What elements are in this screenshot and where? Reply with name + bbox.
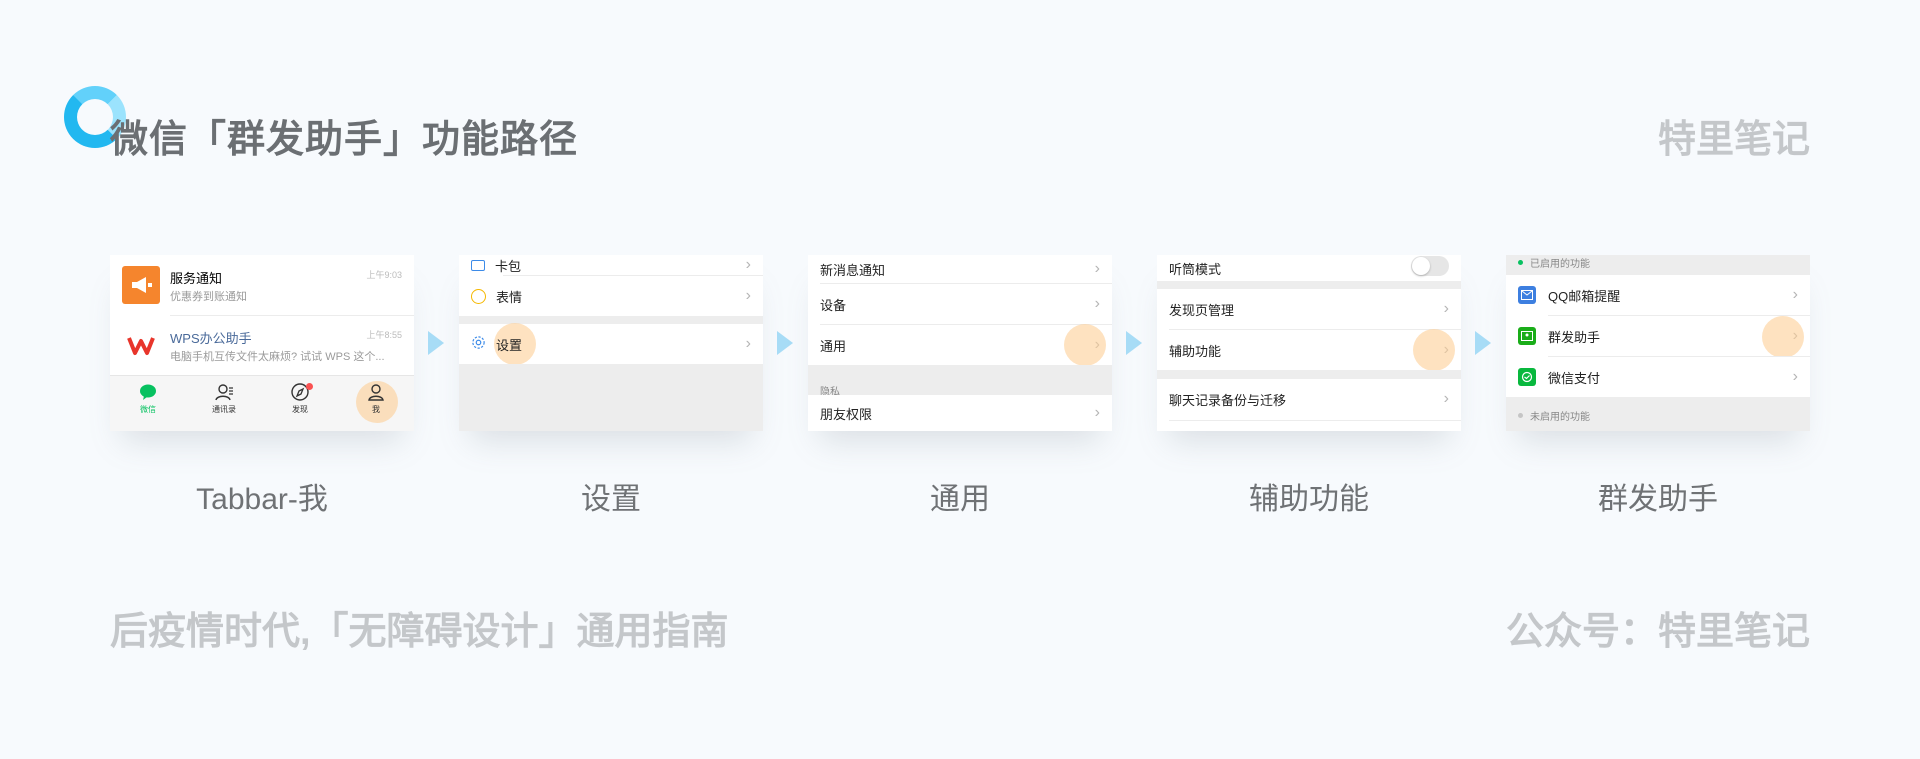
broadcast-icon — [1518, 327, 1536, 345]
footer-account: 公众号：特里笔记 — [1505, 611, 1810, 653]
section-label-disabled: 未启用的功能 — [1530, 412, 1590, 423]
menu-item-label: 设置 — [496, 337, 523, 353]
chevron-right-icon: › — [1094, 295, 1100, 312]
chat-row-wps[interactable]: WPS办公助手 电脑手机互传文件太麻烦? 试试 WPS 这个... 上午8:55 — [110, 315, 414, 375]
step-arrow-icon — [428, 331, 444, 355]
chat-name: WPS办公助手 — [170, 331, 252, 346]
menu-item-discover-manage[interactable]: 发现页管理 › — [1157, 289, 1461, 329]
chat-name: 服务通知 — [170, 271, 223, 286]
menu-item-label: 设备 — [820, 297, 847, 313]
chevron-right-icon: › — [1792, 286, 1798, 303]
megaphone-icon — [122, 266, 160, 304]
step-caption: 通用 — [930, 483, 990, 516]
screen-accessibility: 已启用的功能 QQ邮箱提醒 › 群发助手 › 微信支付 › 未启用的功能 — [1506, 255, 1810, 431]
menu-item-devices[interactable]: 设备 › — [808, 284, 1112, 324]
contacts-icon — [186, 382, 262, 404]
chevron-right-icon: › — [1443, 300, 1449, 317]
screen-me: 卡包 › 表情 › 设置 › — [459, 255, 763, 431]
card-icon — [471, 259, 485, 271]
chevron-right-icon: › — [1094, 260, 1100, 277]
step-arrow-icon — [1475, 331, 1491, 355]
step-arrow-icon — [1126, 331, 1142, 355]
menu-item-label: 群发助手 — [1548, 329, 1601, 345]
chat-preview: 优惠券到账通知 — [170, 291, 247, 303]
step-caption: 群发助手 — [1598, 483, 1718, 516]
menu-item-label: 微信支付 — [1548, 370, 1601, 386]
toggle-switch[interactable] — [1411, 256, 1449, 276]
footer-series-title: 后疫情时代,「无障碍设计」通用指南 — [110, 611, 729, 653]
chevron-right-icon: › — [1443, 390, 1449, 407]
menu-item-label: 聊天记录备份与迁移 — [1169, 392, 1287, 408]
menu-item-friend-permissions[interactable]: 朋友权限 › — [808, 395, 1112, 431]
section-gap — [459, 316, 763, 324]
chevron-right-icon: › — [745, 335, 751, 352]
menu-item-qq-mail[interactable]: QQ邮箱提醒 › — [1506, 275, 1810, 315]
section-header-bg — [808, 365, 1112, 395]
menu-item-label: 通用 — [820, 338, 847, 354]
disabled-dot-icon — [1518, 413, 1523, 418]
chevron-right-icon: › — [1792, 368, 1798, 385]
gear-icon — [471, 335, 486, 353]
menu-item-label: 听筒模式 — [1169, 261, 1222, 277]
smile-icon — [471, 288, 486, 304]
tab-chats[interactable]: 微信 — [110, 382, 186, 415]
menu-item-label: 新消息通知 — [820, 262, 886, 278]
tab-label: 微信 — [140, 405, 156, 414]
tab-bar: 微信 通讯录 发现 我 — [110, 375, 414, 431]
background-fill — [459, 364, 763, 431]
menu-item-label: 朋友权限 — [820, 406, 873, 422]
chat-time: 上午9:03 — [366, 270, 402, 280]
step-caption: 辅助功能 — [1249, 483, 1369, 516]
menu-item-label: QQ邮箱提醒 — [1548, 288, 1621, 304]
compass-icon — [262, 382, 338, 404]
enabled-dot-icon — [1518, 260, 1523, 265]
step-caption: Tabbar-我 — [196, 483, 328, 516]
person-icon — [338, 382, 414, 404]
tab-discover[interactable]: 发现 — [262, 382, 338, 415]
section-gap — [1157, 370, 1461, 379]
step-arrow-icon — [777, 331, 793, 355]
divider — [1169, 420, 1461, 421]
screen-settings: 新消息通知 › 设备 › 通用 › 隐私 朋友权限 › — [808, 255, 1112, 431]
tap-highlight — [1762, 316, 1804, 358]
tap-highlight — [1064, 324, 1106, 366]
menu-item-label: 发现页管理 — [1169, 302, 1235, 318]
menu-item-earpiece-mode: 听筒模式 — [1157, 255, 1461, 281]
menu-item-chat-backup[interactable]: 聊天记录备份与迁移 › — [1157, 379, 1461, 419]
menu-item-wechat-pay[interactable]: 微信支付 › — [1506, 357, 1810, 397]
chevron-right-icon: › — [745, 287, 751, 304]
notification-dot — [306, 383, 313, 390]
menu-item-card-wallet[interactable]: 卡包 › — [459, 255, 763, 275]
wechat-pay-icon — [1518, 368, 1536, 386]
tab-contacts[interactable]: 通讯录 — [186, 382, 262, 415]
section-gap — [1157, 281, 1461, 289]
screen-tabbar-me: 服务通知 优惠券到账通知 上午9:03 WPS办公助手 电脑手机互传文件太麻烦?… — [110, 255, 414, 431]
chat-row-service[interactable]: 服务通知 优惠券到账通知 上午9:03 — [110, 255, 414, 315]
step-caption: 设置 — [581, 483, 641, 516]
page-title: 微信「群发助手」功能路径 — [110, 119, 579, 161]
menu-item-label: 表情 — [496, 289, 523, 305]
menu-item-stickers[interactable]: 表情 › — [459, 276, 763, 316]
tab-me[interactable]: 我 — [338, 382, 414, 415]
menu-item-notifications[interactable]: 新消息通知 › — [808, 255, 1112, 283]
screen-general: 听筒模式 发现页管理 › 辅助功能 › 聊天记录备份与迁移 › — [1157, 255, 1461, 431]
tab-label: 我 — [372, 405, 380, 414]
brand-name: 特里笔记 — [1657, 119, 1810, 161]
chevron-right-icon: › — [745, 256, 751, 273]
menu-item-label: 卡包 — [495, 258, 522, 274]
tap-highlight — [1413, 329, 1455, 371]
menu-item-label: 辅助功能 — [1169, 343, 1222, 359]
toggle-knob — [1412, 257, 1430, 275]
tab-label: 发现 — [292, 405, 308, 414]
section-label-enabled: 已启用的功能 — [1530, 259, 1590, 270]
chat-preview: 电脑手机互传文件太麻烦? 试试 WPS 这个... — [170, 351, 385, 363]
tab-label: 通讯录 — [212, 405, 236, 414]
chevron-right-icon: › — [1094, 404, 1100, 421]
mail-icon — [1518, 286, 1536, 304]
wps-logo-icon — [122, 326, 160, 364]
chat-bubble-icon — [110, 382, 186, 404]
chat-time: 上午8:55 — [366, 330, 402, 340]
